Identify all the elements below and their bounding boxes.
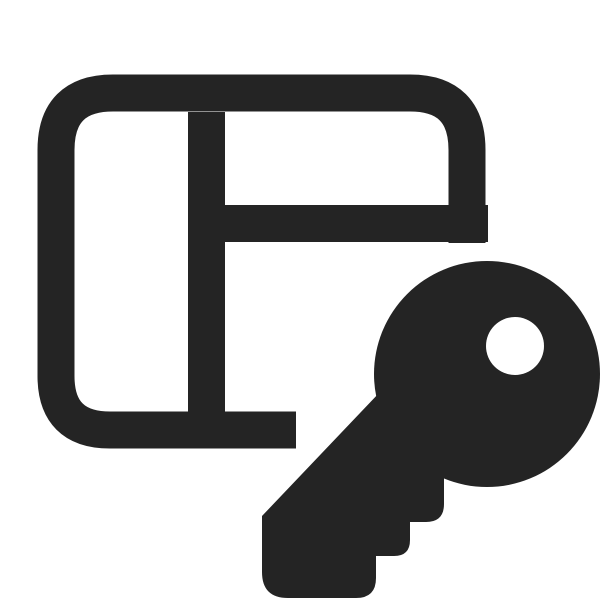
key-icon	[262, 261, 600, 598]
icon-canvas	[0, 0, 600, 600]
key-hole-icon	[486, 317, 544, 375]
table-key-icon	[37, 74, 600, 598]
